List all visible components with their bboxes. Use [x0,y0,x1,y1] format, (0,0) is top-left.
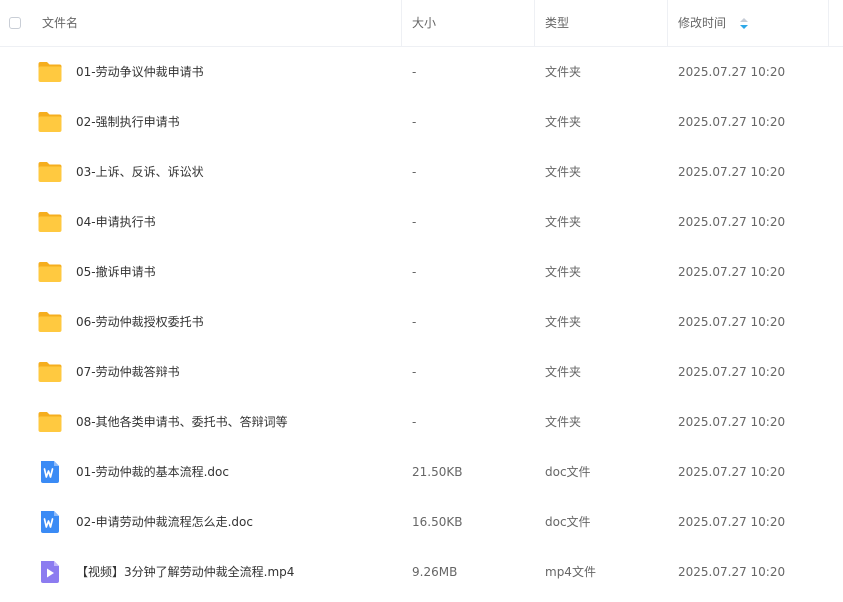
file-type: mp4文件 [545,565,596,579]
file-type: 文件夹 [545,215,582,229]
file-modified: 2025.07.27 10:20 [678,265,786,279]
folder-icon [37,60,63,84]
file-modified: 2025.07.27 10:20 [678,215,786,229]
sort-descending-icon[interactable] [739,18,748,29]
file-name[interactable]: 04-申请执行书 [76,197,156,247]
folder-icon [37,210,63,234]
file-type: doc文件 [545,515,591,529]
file-modified: 2025.07.27 10:20 [678,165,786,179]
file-name[interactable]: 01-劳动仲裁的基本流程.doc [76,447,229,497]
folder-icon [37,160,63,184]
file-type: doc文件 [545,465,591,479]
table-row[interactable]: 01-劳动争议仲裁申请书 - 文件夹 2025.07.27 10:20 [0,47,843,97]
column-header-size[interactable]: 大小 [401,0,535,46]
word-doc-icon [37,510,63,534]
column-header-size-label: 大小 [412,16,437,30]
table-row[interactable]: 08-其他各类申请书、委托书、答辩词等 - 文件夹 2025.07.27 10:20 [0,397,843,447]
file-type: 文件夹 [545,115,582,129]
file-size: 9.26MB [412,565,458,579]
file-name[interactable]: 03-上诉、反诉、诉讼状 [76,147,204,197]
file-name[interactable]: 【视频】3分钟了解劳动仲裁全流程.mp4 [76,547,294,597]
table-row[interactable]: 02-强制执行申请书 - 文件夹 2025.07.27 10:20 [0,97,843,147]
file-modified: 2025.07.27 10:20 [678,115,786,129]
file-name[interactable]: 06-劳动仲裁授权委托书 [76,297,204,347]
file-name[interactable]: 02-强制执行申请书 [76,97,180,147]
file-size: - [412,365,417,379]
file-modified: 2025.07.27 10:20 [678,415,786,429]
file-name[interactable]: 02-申请劳动仲裁流程怎么走.doc [76,497,253,547]
select-all-checkbox[interactable] [9,17,21,29]
table-row[interactable]: 02-申请劳动仲裁流程怎么走.doc 16.50KB doc文件 2025.07.27… [0,497,843,547]
file-size: - [412,115,417,129]
file-type: 文件夹 [545,265,582,279]
folder-icon [37,410,63,434]
word-doc-icon [37,460,63,484]
file-name[interactable]: 08-其他各类申请书、委托书、答辩词等 [76,397,288,447]
file-modified: 2025.07.27 10:20 [678,565,786,579]
file-list-table: 文件名 大小 类型 修改时间 01-劳动争议仲裁申请书 - 文件夹 2025.07.2… [0,0,843,597]
file-modified: 2025.07.27 10:20 [678,465,786,479]
table-row[interactable]: 01-劳动仲裁的基本流程.doc 21.50KB doc文件 2025.07.27 1… [0,447,843,497]
column-header-modified[interactable]: 修改时间 [667,0,829,46]
column-header-name[interactable]: 文件名 [42,0,402,46]
table-row[interactable]: 04-申请执行书 - 文件夹 2025.07.27 10:20 [0,197,843,247]
file-modified: 2025.07.27 10:20 [678,315,786,329]
file-size: 16.50KB [412,515,463,529]
file-type: 文件夹 [545,365,582,379]
folder-icon [37,310,63,334]
file-name[interactable]: 07-劳动仲裁答辩书 [76,347,180,397]
folder-icon [37,360,63,384]
file-size: 21.50KB [412,465,463,479]
file-size: - [412,315,417,329]
file-rows: 01-劳动争议仲裁申请书 - 文件夹 2025.07.27 10:20 02-强制执行申… [0,47,843,597]
column-header-modified-label: 修改时间 [678,16,727,30]
file-type: 文件夹 [545,315,582,329]
file-modified: 2025.07.27 10:20 [678,365,786,379]
file-modified: 2025.07.27 10:20 [678,515,786,529]
file-type: 文件夹 [545,65,582,79]
file-type: 文件夹 [545,415,582,429]
file-name[interactable]: 01-劳动争议仲裁申请书 [76,47,204,97]
file-size: - [412,65,417,79]
folder-icon [37,110,63,134]
table-row[interactable]: 06-劳动仲裁授权委托书 - 文件夹 2025.07.27 10:20 [0,297,843,347]
file-modified: 2025.07.27 10:20 [678,65,786,79]
video-file-icon [37,560,63,584]
column-header-type-label: 类型 [545,16,570,30]
file-name[interactable]: 05-撤诉申请书 [76,247,156,297]
table-row[interactable]: 【视频】3分钟了解劳动仲裁全流程.mp4 9.26MB mp4文件 2025.07.2… [0,547,843,597]
table-row[interactable]: 07-劳动仲裁答辩书 - 文件夹 2025.07.27 10:20 [0,347,843,397]
file-size: - [412,415,417,429]
table-row[interactable]: 05-撤诉申请书 - 文件夹 2025.07.27 10:20 [0,247,843,297]
file-size: - [412,265,417,279]
file-type: 文件夹 [545,165,582,179]
table-row[interactable]: 03-上诉、反诉、诉讼状 - 文件夹 2025.07.27 10:20 [0,147,843,197]
column-header-type[interactable]: 类型 [534,0,668,46]
folder-icon [37,260,63,284]
column-header-name-label: 文件名 [42,16,79,30]
file-size: - [412,165,417,179]
file-size: - [412,215,417,229]
table-header: 文件名 大小 类型 修改时间 [0,0,843,47]
